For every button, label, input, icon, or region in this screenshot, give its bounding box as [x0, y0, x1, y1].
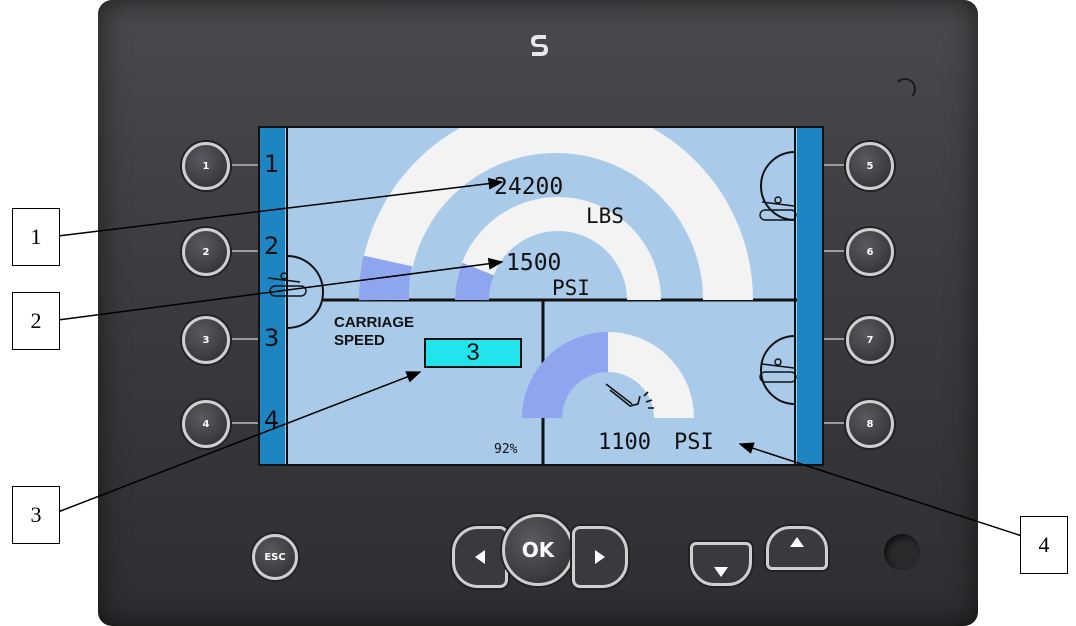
pressure-unit: PSI — [552, 276, 590, 300]
hydraulic-gauge-arc — [607, 332, 694, 419]
load-gauge-low — [359, 255, 413, 301]
right-arrow-button[interactable] — [572, 526, 628, 588]
side-button-2[interactable]: 2 — [182, 228, 230, 276]
carriage-speed-field[interactable]: 3 — [424, 338, 522, 368]
side-button-5[interactable]: 5 — [846, 142, 894, 190]
hydraulic-gauge-low — [522, 332, 609, 419]
side-button-1[interactable]: 1 — [182, 142, 230, 190]
pressure-gauge-low — [455, 262, 495, 301]
brand-logo — [531, 35, 548, 56]
bezel-hole-bottom — [884, 534, 920, 570]
side-button-3[interactable]: 3 — [182, 316, 230, 364]
up-arrow-icon — [790, 537, 804, 547]
up-arrow-button[interactable] — [766, 526, 828, 570]
down-arrow-button[interactable] — [690, 542, 752, 586]
load-unit: LBS — [586, 204, 624, 228]
right-arrow-icon — [595, 550, 605, 564]
percent-readout: 92% — [494, 442, 518, 457]
callout-box-1: 1 — [12, 208, 60, 266]
speed-label: SPEED — [334, 332, 385, 349]
load-value: 24200 — [494, 174, 564, 200]
side-button-6[interactable]: 6 — [846, 228, 894, 276]
callout-box-4: 4 — [1020, 516, 1068, 574]
down-arrow-icon — [714, 567, 728, 577]
left-arrow-icon — [475, 550, 485, 564]
display-screen: 1 2 3 4 24200 LBS 1500 PSI CARRIAGE SPEE… — [260, 128, 822, 464]
side-button-7[interactable]: 7 — [846, 316, 894, 364]
bezel-hole-top — [894, 78, 916, 100]
side-button-4[interactable]: 4 — [182, 400, 230, 448]
callout-box-2: 2 — [12, 292, 60, 350]
left-softkey-tab — [286, 254, 324, 330]
side-button-8[interactable]: 8 — [846, 400, 894, 448]
hydraulic-value: 1100 — [598, 430, 651, 455]
esc-button[interactable]: ESC — [252, 534, 298, 580]
ok-button[interactable]: OK — [502, 514, 574, 586]
callout-box-3: 3 — [12, 486, 60, 544]
carriage-label: CARRIAGE — [334, 314, 415, 331]
hydraulic-unit: PSI — [674, 430, 714, 455]
right-softkey-tab-bottom — [760, 334, 796, 406]
pressure-value: 1500 — [506, 250, 562, 276]
left-arrow-button[interactable] — [452, 526, 508, 588]
